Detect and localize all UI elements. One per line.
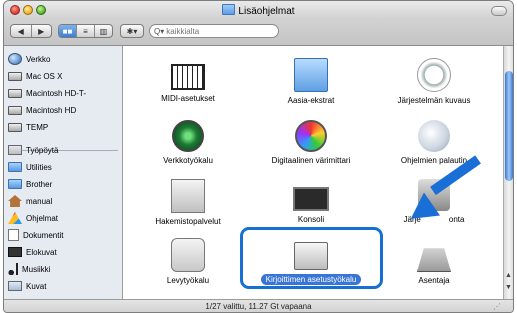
directory-services-icon: [171, 179, 205, 213]
sidebar-item-label: Utilities: [26, 162, 52, 172]
sidebar-item-label: Elokuvat: [26, 247, 57, 257]
back-forward-control: ◀ ▶: [10, 24, 52, 38]
sidebar-item-manual[interactable]: manual: [8, 194, 52, 208]
sidebar-item-label: Brother: [26, 179, 53, 189]
sidebar-item-elokuvat[interactable]: Elokuvat: [8, 245, 57, 259]
app-label: Hakemistopalvelut: [155, 217, 221, 226]
app-jarjestelman-kuvaus[interactable]: Järjestelmän kuvaus: [379, 58, 489, 105]
sidebar-item-musiikki[interactable]: Musiikki: [8, 262, 50, 276]
sidebar-item-mac-os-x[interactable]: Mac OS X: [8, 69, 62, 83]
highlight-callout-box: [240, 227, 383, 289]
hard-disk-icon: [8, 105, 22, 115]
folder-icon: [8, 179, 22, 189]
forward-button[interactable]: ▶: [32, 25, 52, 37]
sidebar-item-kuvat[interactable]: Kuvat: [8, 279, 46, 293]
sidebar-item-brother[interactable]: Brother: [8, 177, 52, 191]
scroll-thumb[interactable]: [505, 71, 513, 181]
window-title-wrap: Lisäohjelmat: [4, 4, 513, 17]
scroll-up-arrow-icon[interactable]: ▲: [505, 272, 512, 279]
sidebar-item-label: Macintosh HD-T-: [26, 88, 87, 98]
status-text: 1/27 valittu, 11.27 Gt vapaana: [205, 302, 312, 311]
sidebar-item-temp[interactable]: TEMP: [8, 120, 48, 134]
home-icon: [8, 195, 22, 207]
sidebar-item-label: manual: [26, 196, 53, 206]
app-label: Verkkotyökalu: [163, 156, 213, 165]
app-digitaalinen-varimittari[interactable]: Digitaalinen värimittari: [256, 120, 366, 165]
applications-icon: [8, 212, 22, 224]
network-globe-icon: [8, 53, 22, 65]
sidebar-item-label: Mac OS X: [26, 71, 63, 81]
sidebar-item-dokumentit[interactable]: Dokumentit: [8, 228, 63, 242]
app-label: Asentaja: [418, 276, 450, 285]
app-label-suffix: onta: [448, 215, 465, 224]
sidebar-item-macintosh-hd-t[interactable]: Macintosh HD-T-: [8, 86, 86, 100]
sidebar-item-ohjelmat[interactable]: Ohjelmat: [8, 211, 58, 225]
sidebar-item-tyopoyta[interactable]: Työpöytä: [8, 143, 58, 157]
sidebar-item-label: Ohjelmat: [26, 213, 59, 223]
app-label: Aasia-ekstrat: [287, 96, 335, 105]
resize-grip-icon[interactable]: ⋰: [493, 302, 501, 311]
sidebar-item-label: Verkko: [26, 54, 51, 64]
sidebar-item-label: Musiikki: [22, 264, 51, 274]
sidebar-item-macintosh-hd[interactable]: Macintosh HD: [8, 103, 76, 117]
hard-disk-icon: [8, 88, 22, 98]
sidebar-item-utilities[interactable]: Utilities: [8, 160, 52, 174]
icon-view-button[interactable]: ■■: [59, 25, 77, 37]
app-verkkotyokalu[interactable]: Verkkotyökalu: [133, 120, 243, 165]
sidebar-item-label: TEMP: [26, 122, 49, 132]
sidebar-item-label: Macintosh HD: [26, 105, 77, 115]
folder-icon: [222, 4, 236, 15]
app-asentaja[interactable]: Asentaja: [379, 238, 489, 285]
desktop-icon: [8, 145, 22, 155]
app-label: Konsoli: [297, 215, 325, 224]
search-field[interactable]: Q▾: [149, 24, 279, 38]
network-utility-icon: [172, 120, 204, 152]
vertical-scrollbar[interactable]: ▲ ▼: [503, 46, 513, 299]
list-view-button[interactable]: ≡: [77, 25, 95, 37]
system-profiler-icon: [417, 58, 451, 92]
folder-icon: [8, 162, 22, 172]
app-aasia-ekstrat[interactable]: Aasia-ekstrat: [256, 58, 366, 105]
installer-icon: [417, 248, 451, 272]
app-levytyokalu[interactable]: Levytyökalu: [133, 238, 243, 285]
hard-disk-icon: [8, 122, 22, 132]
disk-utility-icon: [171, 238, 205, 272]
hard-disk-icon: [8, 71, 22, 81]
app-label: Järjestelmän kuvaus: [397, 96, 471, 105]
sidebar-item-label: Dokumentit: [23, 230, 64, 240]
title-bar: Lisäohjelmat ◀ ▶ ■■ ≡ ▥ ✱▾ Q▾: [4, 1, 513, 46]
migration-icon: [418, 120, 450, 152]
view-mode-control: ■■ ≡ ▥: [58, 24, 113, 38]
action-menu-button[interactable]: ✱▾: [120, 24, 144, 38]
document-icon: [8, 229, 19, 241]
app-hakemistopalvelut[interactable]: Hakemistopalvelut: [133, 179, 243, 226]
sidebar: Verkko Mac OS X Macintosh HD-T- Macintos…: [4, 46, 123, 299]
app-konsoli[interactable]: Konsoli: [256, 179, 366, 224]
scroll-down-arrow-icon[interactable]: ▼: [505, 284, 512, 291]
app-label: MIDI-asetukset: [161, 94, 215, 103]
film-icon: [8, 247, 22, 257]
sidebar-item-label: Työpöytä: [26, 145, 59, 155]
music-icon: [8, 263, 18, 275]
status-bar: 1/27 valittu, 11.27 Gt vapaana: [4, 299, 513, 312]
search-scope-icon[interactable]: Q▾: [154, 27, 164, 36]
app-label: Digitaalinen värimittari: [271, 156, 351, 165]
color-meter-icon: [295, 120, 327, 152]
console-icon: [293, 187, 329, 211]
back-button[interactable]: ◀: [11, 25, 32, 37]
sidebar-item-label: Kuvat: [26, 281, 47, 291]
column-view-button[interactable]: ▥: [95, 25, 112, 37]
search-input[interactable]: [166, 26, 267, 36]
sidebar-item-verkko[interactable]: Verkko: [8, 52, 50, 66]
pictures-icon: [8, 281, 22, 291]
app-midi-asetukset[interactable]: MIDI-asetukset: [133, 58, 243, 103]
folder-icon: [294, 58, 328, 92]
window-title: Lisäohjelmat: [238, 6, 295, 17]
app-label: Levytyökalu: [166, 276, 210, 285]
midi-keyboard-icon: [171, 64, 205, 90]
